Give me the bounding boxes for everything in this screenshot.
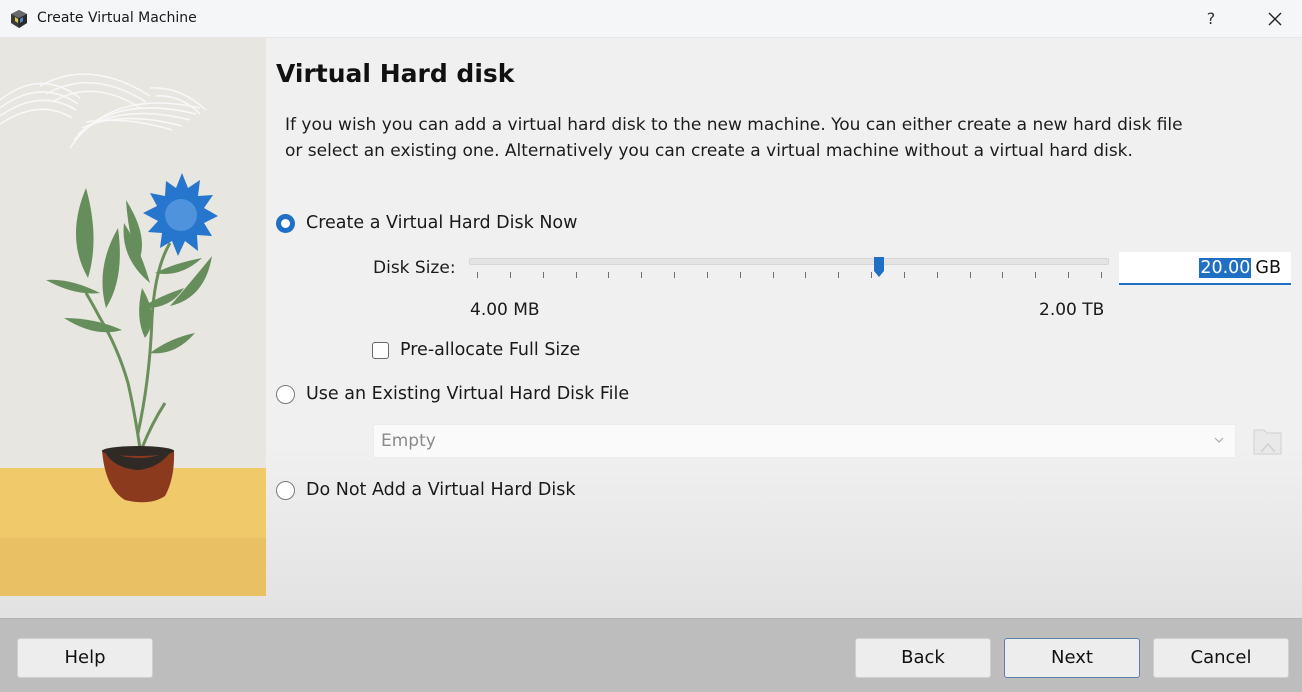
slider-tick — [969, 272, 971, 278]
back-button[interactable]: Back — [855, 638, 991, 678]
help-button[interactable]: Help — [17, 638, 153, 678]
slider-thumb[interactable] — [873, 256, 885, 278]
cancel-button[interactable]: Cancel — [1153, 638, 1289, 678]
slider-tick — [575, 272, 577, 278]
help-title-button[interactable]: ? — [1196, 4, 1226, 34]
radio-create-disk-now[interactable]: Create a Virtual Hard Disk Now — [276, 213, 577, 233]
preallocate-checkbox[interactable] — [372, 341, 389, 359]
page-description: If you wish you can add a virtual hard d… — [285, 115, 1183, 161]
slider-tick — [608, 272, 610, 278]
close-icon — [1268, 12, 1282, 26]
slider-groove — [469, 258, 1109, 265]
radio-button-unchecked[interactable] — [276, 384, 295, 404]
slider-tick — [1002, 272, 1004, 278]
existing-disk-selected: Empty — [381, 431, 436, 451]
disk-size-label: Disk Size: — [373, 258, 456, 278]
preallocate-checkbox-row[interactable]: Pre-allocate Full Size — [372, 340, 580, 360]
radio-label: Create a Virtual Hard Disk Now — [306, 213, 578, 233]
disk-size-unit: GB — [1255, 257, 1281, 278]
folder-browse-icon — [1253, 429, 1282, 455]
preallocate-label: Pre-allocate Full Size — [400, 340, 581, 360]
radio-use-existing-disk[interactable]: Use an Existing Virtual Hard Disk File — [276, 384, 629, 404]
close-button[interactable] — [1258, 4, 1292, 34]
slider-tick — [838, 272, 840, 278]
radio-button-unchecked[interactable] — [276, 480, 295, 500]
radio-label: Use an Existing Virtual Hard Disk File — [306, 384, 630, 404]
plant-illustration — [0, 38, 266, 596]
existing-disk-combo[interactable]: Empty — [373, 424, 1236, 458]
radio-label: Do Not Add a Virtual Hard Disk — [306, 480, 576, 500]
browse-disk-button[interactable] — [1251, 424, 1285, 458]
slider-tick — [509, 272, 511, 278]
slider-tick — [739, 272, 741, 278]
radio-button-checked[interactable] — [276, 213, 295, 233]
window-title: Create Virtual Machine — [37, 10, 197, 26]
radio-do-not-add-disk[interactable]: Do Not Add a Virtual Hard Disk — [276, 480, 575, 500]
page-title: Virtual Hard disk — [276, 59, 515, 88]
slider-tick — [706, 272, 708, 278]
chevron-down-icon — [1214, 437, 1224, 443]
slider-tick — [674, 272, 676, 278]
wizard-page: Virtual Hard disk If you wish you can ad… — [0, 38, 1302, 618]
slider-tick — [903, 272, 905, 278]
disk-size-slider[interactable] — [469, 256, 1109, 290]
slider-tick — [1035, 272, 1037, 278]
next-button[interactable]: Next — [1004, 638, 1140, 678]
disk-size-min-label: 4.00 MB — [470, 300, 540, 320]
disk-size-value[interactable]: 20.00 — [1199, 257, 1252, 278]
disk-size-max-label: 2.00 TB — [1039, 300, 1105, 320]
title-bar: Create Virtual Machine ? — [0, 0, 1302, 38]
slider-tick — [542, 272, 544, 278]
button-bar: Help Back Next Cancel — [0, 618, 1302, 692]
slider-tick — [805, 272, 807, 278]
slider-tick — [641, 272, 643, 278]
slider-tick — [871, 272, 873, 278]
virtualbox-cube-icon — [11, 10, 27, 28]
slider-tick — [936, 272, 938, 278]
slider-tick — [1101, 272, 1102, 278]
slider-tick — [772, 272, 774, 278]
disk-size-input[interactable]: 20.00 GB — [1119, 252, 1291, 285]
slider-tick — [1068, 272, 1070, 278]
slider-tick — [477, 272, 478, 278]
wizard-illustration — [0, 38, 266, 596]
